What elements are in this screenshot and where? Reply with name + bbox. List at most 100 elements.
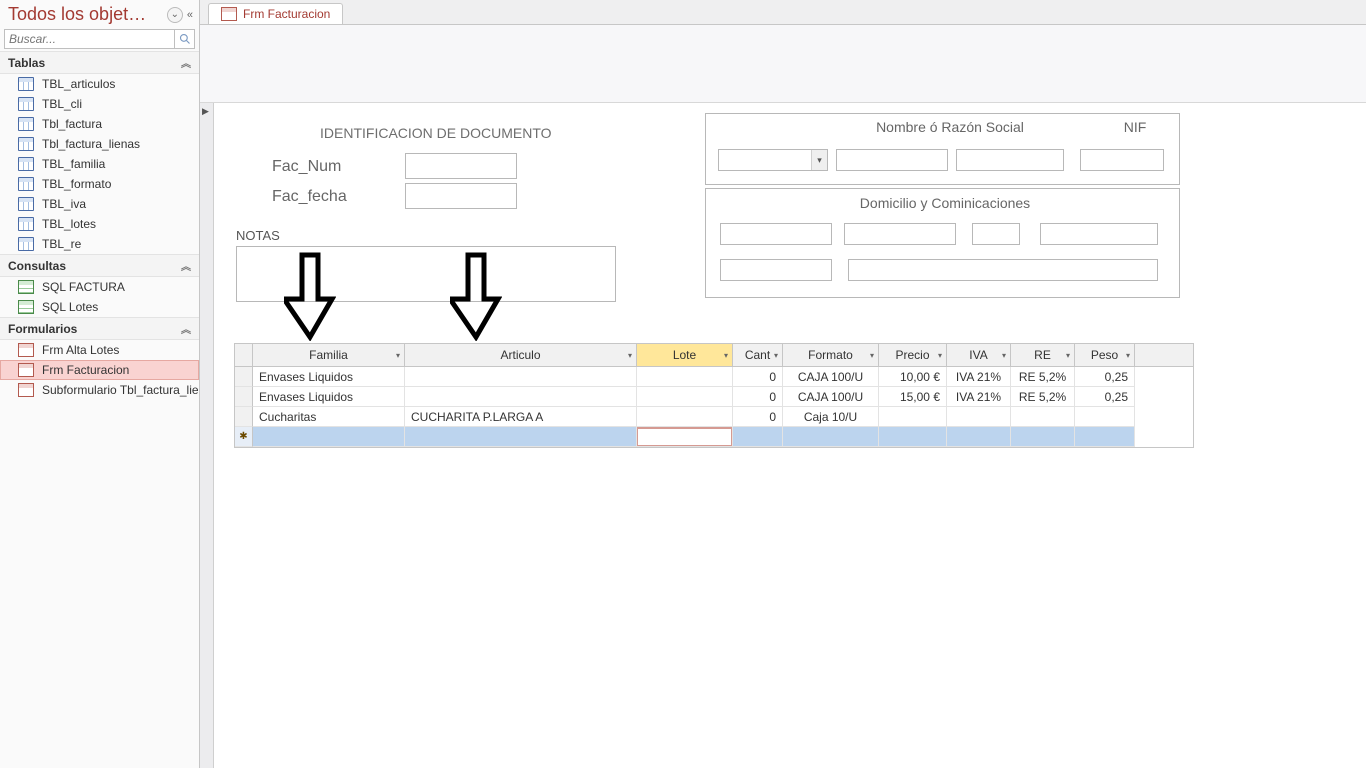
cell[interactable]: 0 (733, 407, 783, 427)
cell[interactable]: Envases Liquidos (253, 367, 405, 387)
cell[interactable]: Envases Liquidos (253, 387, 405, 407)
nav-item[interactable]: Tbl_factura (0, 114, 199, 134)
row-selector[interactable] (235, 407, 253, 427)
notas-input[interactable] (236, 246, 616, 302)
cell[interactable] (947, 427, 1011, 447)
chevron-down-icon[interactable]: ▾ (1066, 351, 1070, 360)
nav-item[interactable]: TBL_cli (0, 94, 199, 114)
group-header-consultas[interactable]: Consultas ︽ (0, 254, 199, 277)
column-header[interactable]: RE▾ (1011, 344, 1075, 366)
fac-fecha-input[interactable] (405, 183, 517, 209)
cell[interactable] (879, 407, 947, 427)
row-selector[interactable] (235, 387, 253, 407)
table-row-new[interactable]: ✱▾ (235, 427, 1193, 447)
cell[interactable] (253, 427, 405, 447)
fac-num-input[interactable] (405, 153, 517, 179)
table-row[interactable]: Envases Liquidos0CAJA 100/U15,00 €IVA 21… (235, 387, 1193, 407)
column-header[interactable]: Articulo▾ (405, 344, 637, 366)
search-button[interactable] (175, 29, 195, 49)
column-header[interactable]: IVA▾ (947, 344, 1011, 366)
cell[interactable] (879, 427, 947, 447)
chevron-down-icon[interactable]: ▾ (396, 351, 400, 360)
chevron-down-icon[interactable]: ▾ (1126, 351, 1130, 360)
column-header[interactable]: Lote▾ (637, 344, 733, 366)
lote-combo-editor[interactable]: ▾ (637, 428, 732, 446)
cell[interactable] (1075, 427, 1135, 447)
table-row[interactable]: Envases Liquidos 0CAJA 100/U10,00 €IVA 21… (235, 367, 1193, 387)
chevron-down-icon[interactable]: ▾ (870, 351, 874, 360)
nav-item[interactable]: Tbl_factura_lienas (0, 134, 199, 154)
nav-item[interactable]: TBL_iva (0, 194, 199, 214)
cliente-field-2[interactable] (836, 149, 948, 171)
nav-dropdown-icon[interactable]: ⌄ (167, 7, 183, 23)
nav-item[interactable]: TBL_re (0, 234, 199, 254)
cell[interactable]: IVA 21% (947, 387, 1011, 407)
table-row[interactable]: CucharitasCUCHARITA P.LARGA A 0Caja 10/U (235, 407, 1193, 427)
cell[interactable] (637, 367, 733, 387)
cell[interactable] (1011, 407, 1075, 427)
cell[interactable] (733, 427, 783, 447)
cell[interactable]: 15,00 € (879, 387, 947, 407)
dom-field-4[interactable] (1040, 223, 1158, 245)
cell[interactable]: IVA 21% (947, 367, 1011, 387)
nav-item[interactable]: TBL_lotes (0, 214, 199, 234)
nav-item[interactable]: TBL_familia (0, 154, 199, 174)
cell[interactable]: 0 (733, 387, 783, 407)
column-header[interactable]: Cant▾ (733, 344, 783, 366)
nav-item[interactable]: Frm Facturacion (0, 360, 199, 380)
column-header[interactable]: Formato▾ (783, 344, 879, 366)
search-input[interactable] (4, 29, 175, 49)
cliente-combo[interactable]: ▾ (718, 149, 828, 171)
cell[interactable]: ▾ (637, 427, 733, 447)
chevron-down-icon[interactable]: ▾ (1002, 351, 1006, 360)
cell[interactable]: 10,00 € (879, 367, 947, 387)
cell[interactable]: CAJA 100/U (783, 367, 879, 387)
nav-item[interactable]: Frm Alta Lotes (0, 340, 199, 360)
row-selector[interactable] (235, 367, 253, 387)
nav-item[interactable]: SQL FACTURA (0, 277, 199, 297)
nav-item[interactable]: TBL_articulos (0, 74, 199, 94)
cell[interactable]: Cucharitas (253, 407, 405, 427)
cell[interactable]: 0,25 (1075, 387, 1135, 407)
nav-item[interactable]: SQL Lotes (0, 297, 199, 317)
cell[interactable] (405, 367, 637, 387)
lote-input[interactable] (638, 430, 733, 444)
nav-collapse-icon[interactable]: « (187, 9, 193, 21)
cell[interactable] (405, 427, 637, 447)
dom-field-1[interactable] (720, 223, 832, 245)
chevron-down-icon[interactable]: ▾ (628, 351, 632, 360)
nav-item[interactable]: TBL_formato (0, 174, 199, 194)
group-header-formularios[interactable]: Formularios ︽ (0, 317, 199, 340)
cell[interactable]: CUCHARITA P.LARGA A (405, 407, 637, 427)
cell[interactable] (637, 387, 733, 407)
cell[interactable] (405, 387, 637, 407)
record-selector-bar[interactable]: ▶ (200, 103, 214, 768)
cell[interactable]: RE 5,2% (1011, 367, 1075, 387)
dom-field-6[interactable] (848, 259, 1158, 281)
nif-field[interactable] (1080, 149, 1164, 171)
cell[interactable]: 0,25 (1075, 367, 1135, 387)
dom-field-2[interactable] (844, 223, 956, 245)
cell[interactable] (783, 427, 879, 447)
cell[interactable] (1075, 407, 1135, 427)
dom-field-3[interactable] (972, 223, 1020, 245)
dom-field-5[interactable] (720, 259, 832, 281)
new-row-marker[interactable]: ✱ (235, 427, 253, 447)
cell[interactable]: Caja 10/U (783, 407, 879, 427)
group-header-tablas[interactable]: Tablas ︽ (0, 51, 199, 74)
cell[interactable] (637, 407, 733, 427)
cell[interactable]: 0 (733, 367, 783, 387)
nav-title[interactable]: Todos los objet… (8, 4, 163, 25)
column-header[interactable]: Peso▾ (1075, 344, 1135, 366)
chevron-down-icon[interactable]: ▾ (938, 351, 942, 360)
nav-item[interactable]: Subformulario Tbl_factura_lie... (0, 380, 199, 400)
chevron-down-icon[interactable]: ▾ (774, 351, 778, 360)
chevron-down-icon[interactable]: ▾ (724, 351, 728, 360)
cell[interactable] (1011, 427, 1075, 447)
cliente-field-3[interactable] (956, 149, 1064, 171)
column-header[interactable]: Precio▾ (879, 344, 947, 366)
chevron-down-icon[interactable]: ▾ (811, 150, 827, 170)
cell[interactable] (947, 407, 1011, 427)
cell[interactable]: RE 5,2% (1011, 387, 1075, 407)
tab-frm-facturacion[interactable]: Frm Facturacion (208, 3, 343, 24)
